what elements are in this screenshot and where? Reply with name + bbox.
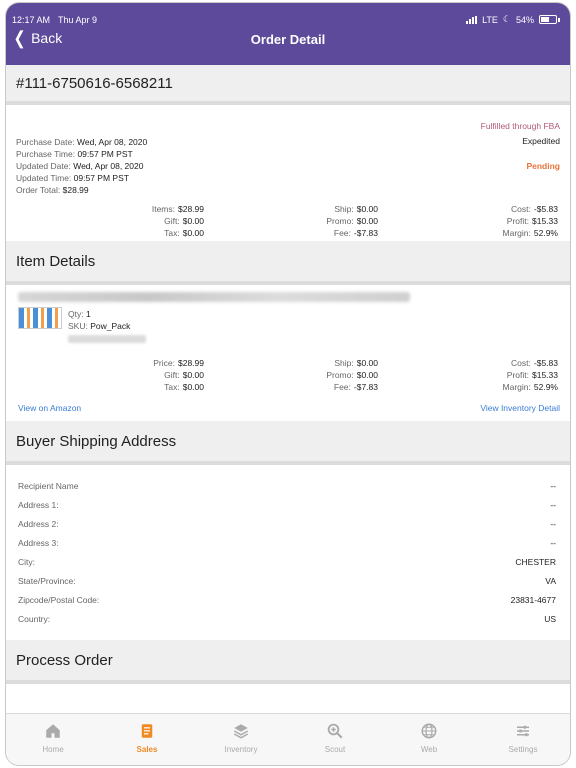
- address-row: Recipient Name --: [18, 481, 556, 491]
- address-value: --: [550, 519, 556, 529]
- fulfillment-channel: Fulfilled through FBA: [480, 121, 560, 131]
- scout-icon: [326, 722, 344, 742]
- tab-label: Inventory: [224, 745, 258, 754]
- status-badge: Pending: [526, 161, 560, 171]
- tab-home[interactable]: Home: [18, 722, 88, 754]
- item-sku: SKU: Pow_Pack: [68, 321, 131, 331]
- battery-icon: [539, 15, 557, 24]
- battery-percent: 54%: [515, 14, 534, 25]
- item-details-title: Item Details: [16, 252, 96, 270]
- address-label: City:: [18, 557, 35, 567]
- updated-time: Updated Time: 09:57 PM PST: [16, 173, 129, 183]
- tab-label: Home: [42, 745, 64, 754]
- order-financials-col1: Items: $28.99 Gift: $0.00 Tax: $0.00: [151, 204, 204, 238]
- network-label: LTE: [482, 14, 498, 25]
- order-info-card: Purchase Date: Wed, Apr 08, 2020 Purchas…: [6, 105, 570, 241]
- address-row: Address 3: --: [18, 538, 556, 548]
- web-icon: [420, 722, 438, 742]
- order-financials-col2: Ship: $0.00 Promo: $0.00 Fee: -$7.83: [326, 204, 378, 238]
- address-value: 23831-4677: [510, 595, 556, 605]
- address-label: Address 1:: [18, 500, 59, 510]
- nav-bar: 12:17 AM Thu Apr 9 LTE ☾ 54% ❮ Back Orde…: [6, 3, 570, 65]
- address-value: --: [550, 481, 556, 491]
- address-label: Address 2:: [18, 519, 59, 529]
- tab-label: Scout: [324, 745, 346, 754]
- moon-icon: ☾: [502, 14, 511, 24]
- address-value: US: [544, 614, 556, 624]
- address-label: Zipcode/Postal Code:: [18, 595, 100, 605]
- item-financials-col3: Cost: -$5.83 Profit: $15.33 Margin: 52.9%: [502, 358, 558, 392]
- item-financials-col2: Ship: $0.00 Promo: $0.00 Fee: -$7.83: [326, 358, 378, 392]
- inventory-icon: [232, 722, 250, 742]
- tab-settings[interactable]: Settings: [488, 722, 558, 754]
- address-label: Address 3:: [18, 538, 59, 548]
- item-title-redacted: [18, 292, 410, 302]
- tab-bar: Home Sales Inventory Scout Web Settings: [6, 713, 570, 765]
- address-row: Zipcode/Postal Code: 23831-4677: [18, 595, 556, 605]
- order-id: #111-6750616-6568211: [16, 74, 173, 92]
- item-card: Qty: 1 SKU: Pow_Pack Price: $28.99 Gift: $…: [6, 285, 570, 421]
- home-icon: [44, 722, 62, 742]
- process-order-header: Process Order: [6, 640, 570, 684]
- tab-inventory[interactable]: Inventory: [206, 722, 276, 754]
- address-value: --: [550, 538, 556, 548]
- address-value: --: [550, 500, 556, 510]
- view-on-amazon-link[interactable]: View on Amazon: [18, 403, 81, 413]
- address-value: VA: [545, 576, 556, 586]
- tab-scout[interactable]: Scout: [300, 722, 370, 754]
- item-financials-col1: Price: $28.99 Gift: $0.00 Tax: $0.00: [153, 358, 204, 392]
- item-details-header: Item Details: [6, 241, 570, 285]
- address-row: City: CHESTER: [18, 557, 556, 567]
- shipping-address-header: Buyer Shipping Address: [6, 421, 570, 465]
- status-indicators: LTE ☾ 54%: [466, 14, 560, 25]
- process-order-title: Process Order: [16, 651, 113, 669]
- status-time: 12:17 AM: [12, 15, 51, 25]
- status-date: Thu Apr 9: [58, 15, 98, 25]
- scroll-content[interactable]: #111-6750616-6568211 Purchase Date: Wed,…: [6, 65, 570, 715]
- tab-sales[interactable]: Sales: [112, 722, 182, 754]
- page-title: Order Detail: [250, 32, 326, 47]
- address-label: State/Province:: [18, 576, 76, 586]
- address-label: Recipient Name: [18, 481, 79, 491]
- item-qty: Qty: 1: [68, 309, 91, 319]
- signal-icon: [466, 15, 478, 24]
- order-financials-col3: Cost: -$5.83 Profit: $15.33 Margin: 52.9%: [502, 204, 558, 238]
- order-total: Order Total: $28.99: [16, 185, 89, 195]
- product-image[interactable]: [18, 307, 62, 329]
- address-row: Address 2: --: [18, 519, 556, 529]
- item-asin-redacted: [68, 335, 146, 343]
- sales-icon: [138, 722, 156, 742]
- tab-label: Web: [420, 745, 438, 754]
- address-row: Country: US: [18, 614, 556, 624]
- tab-web[interactable]: Web: [394, 722, 464, 754]
- purchase-date: Purchase Date: Wed, Apr 08, 2020: [16, 137, 148, 147]
- app-frame: 12:17 AM Thu Apr 9 LTE ☾ 54% ❮ Back Orde…: [5, 2, 571, 766]
- view-inventory-detail-link[interactable]: View Inventory Detail: [480, 403, 560, 413]
- purchase-time: Purchase Time: 09:57 PM PST: [16, 149, 133, 159]
- process-order-card: [6, 684, 570, 714]
- tab-label: Sales: [136, 745, 158, 754]
- address-label: Country:: [18, 614, 51, 624]
- shipping-address-title: Buyer Shipping Address: [16, 432, 177, 450]
- address-value: CHESTER: [515, 557, 556, 567]
- tab-label: Settings: [508, 745, 538, 754]
- shipping-address-card: Recipient Name -- Address 1: -- Address 2: --…: [6, 465, 570, 640]
- address-row: State/Province: VA: [18, 576, 556, 586]
- shipping-level: Expedited: [522, 136, 560, 146]
- settings-icon: [514, 722, 532, 742]
- updated-date: Updated Date: Wed, Apr 08, 2020: [16, 161, 144, 171]
- order-id-header: #111-6750616-6568211: [6, 65, 570, 105]
- address-row: Address 1: --: [18, 500, 556, 510]
